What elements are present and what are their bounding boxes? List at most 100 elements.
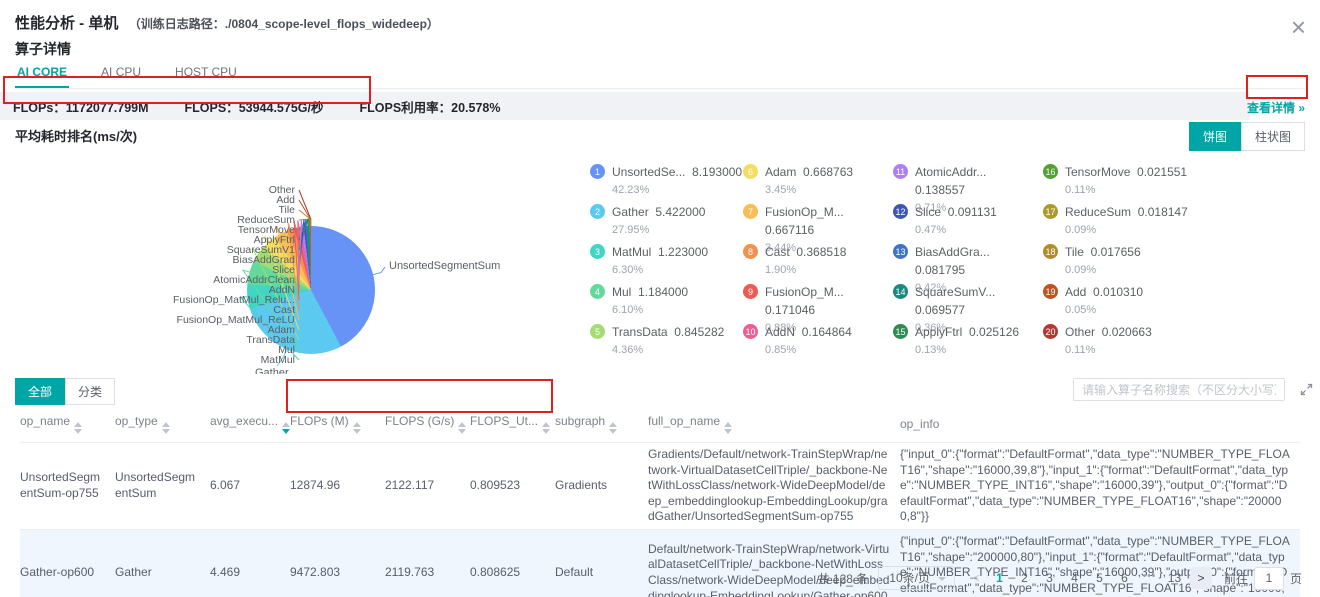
more-pages-icon[interactable]: ••• xyxy=(1137,571,1162,585)
page-number-6[interactable]: 6 xyxy=(1112,571,1137,585)
page-number-4[interactable]: 4 xyxy=(1062,571,1087,585)
legend-item[interactable]: 15ApplyFtrl 0.0251260.13% xyxy=(893,323,1043,363)
sort-caret-icon[interactable] xyxy=(162,422,170,434)
legend-item[interactable]: 18Tile 0.0176560.09% xyxy=(1043,243,1273,283)
flops-total: FLOPs：1172077.799M xyxy=(13,97,149,116)
fullscreen-icon[interactable] xyxy=(1299,382,1314,402)
training-log-path: （训练日志路径：./0804_scope-level_flops_widedee… xyxy=(129,17,439,31)
column-label: FLOPS (G/s) xyxy=(385,414,454,428)
legend-op-value: 0.017656 xyxy=(1091,245,1141,259)
legend-item[interactable]: 4Mul 1.1840006.10% xyxy=(590,283,743,323)
cell-avg_execution_time: 6.067 xyxy=(210,443,290,530)
sort-caret-icon[interactable] xyxy=(724,422,732,434)
sort-caret-icon[interactable] xyxy=(458,422,466,434)
legend-item[interactable]: 11AtomicAddr... 0.1385570.71% xyxy=(893,163,1043,203)
legend-op-name: AtomicAddr... xyxy=(915,165,986,179)
legend-op-percent: 0.47% xyxy=(915,224,997,236)
legend-item[interactable]: 14SquareSumV... 0.0695770.36% xyxy=(893,283,1043,323)
page-numbers: 123456•••13 xyxy=(987,571,1187,585)
legend-op-name: AddN xyxy=(765,325,795,339)
chart-header: 平均耗时排名(ms/次) 饼图 柱状图 xyxy=(15,126,1305,150)
pagination: 共 128 条 10条/页 < 123456•••13 > 前往 页 xyxy=(818,566,1302,590)
sort-caret-icon[interactable] xyxy=(542,422,550,434)
legend-rank-badge: 7 xyxy=(743,204,758,219)
legend-item[interactable]: 9FusionOp_M... 0.1710460.88% xyxy=(743,283,893,323)
legend-op-name: ReduceSum xyxy=(1065,205,1131,219)
prev-page-button[interactable]: < xyxy=(965,571,987,585)
filter-all-button[interactable]: 全部 xyxy=(15,378,65,405)
sort-caret-icon[interactable] xyxy=(282,422,290,434)
legend-item[interactable]: 13BiasAddGra... 0.0817950.42% xyxy=(893,243,1043,283)
legend-item[interactable]: 10AddN 0.1648640.85% xyxy=(743,323,893,363)
close-icon[interactable]: × xyxy=(1291,14,1306,40)
tab-ai-core[interactable]: AI CORE xyxy=(15,59,69,88)
cell-flops_gs: 2119.763 xyxy=(385,529,470,597)
legend-op-name: TransData xyxy=(612,325,668,339)
column-header-flops_gs[interactable]: FLOPS (G/s) xyxy=(385,406,470,443)
legend-item[interactable]: 3MatMul 1.2230006.30% xyxy=(590,243,743,283)
filter-category-button[interactable]: 分类 xyxy=(65,378,115,405)
chart-title: 平均耗时排名(ms/次) xyxy=(15,129,137,144)
page-number-13[interactable]: 13 xyxy=(1162,571,1187,585)
sort-caret-icon[interactable] xyxy=(353,422,361,434)
cell-flops_gs: 2122.117 xyxy=(385,443,470,530)
view-details-link[interactable]: 查看详情 » xyxy=(1247,99,1305,116)
legend-item[interactable]: 1UnsortedSe... 8.19300042.23% xyxy=(590,163,743,203)
cell-flops_ut: 0.809523 xyxy=(470,443,555,530)
legend-item[interactable]: 19Add 0.0103100.05% xyxy=(1043,283,1273,323)
legend-op-percent: 42.23% xyxy=(612,184,742,196)
tab-host-cpu[interactable]: HOST CPU xyxy=(173,59,239,88)
legend-rank-badge: 11 xyxy=(893,164,908,179)
flops-utilization: FLOPS利用率：20.578% xyxy=(359,97,500,116)
page-number-1[interactable]: 1 xyxy=(987,571,1012,585)
processor-tabs: AI CORE AI CPU HOST CPU xyxy=(15,59,1305,89)
goto-page-input[interactable] xyxy=(1254,567,1284,590)
operator-search-input[interactable] xyxy=(1073,378,1285,401)
cell-op_info: {"input_0":{"format":"DefaultFormat","da… xyxy=(900,443,1300,530)
legend-op-value: 0.018147 xyxy=(1138,205,1188,219)
legend-op-name: FusionOp_M... xyxy=(765,285,844,299)
legend-item[interactable]: 6Adam 0.6687633.45% xyxy=(743,163,893,203)
legend-item[interactable]: 16TensorMove 0.0215510.11% xyxy=(1043,163,1273,203)
pie-chart-button[interactable]: 饼图 xyxy=(1189,122,1241,151)
legend-item[interactable]: 2Gather 5.42200027.95% xyxy=(590,203,743,243)
sort-caret-icon[interactable] xyxy=(74,422,82,434)
legend-op-value: 8.193000 xyxy=(692,165,742,179)
cell-op_type: UnsortedSegmentSum xyxy=(115,443,210,530)
legend-item[interactable]: 8Cast 0.3685181.90% xyxy=(743,243,893,283)
column-header-avg_execution_time[interactable]: avg_execu... xyxy=(210,406,290,443)
tab-ai-cpu[interactable]: AI CPU xyxy=(99,59,143,88)
legend-op-value: 0.368518 xyxy=(796,245,846,259)
page-number-2[interactable]: 2 xyxy=(1012,571,1037,585)
legend-rank-badge: 5 xyxy=(590,324,605,339)
bar-chart-button[interactable]: 柱状图 xyxy=(1241,122,1305,151)
page-number-3[interactable]: 3 xyxy=(1037,571,1062,585)
legend-op-percent: 1.90% xyxy=(765,264,846,276)
page-number-5[interactable]: 5 xyxy=(1087,571,1112,585)
cell-op_type: Gather xyxy=(115,529,210,597)
next-page-button[interactable]: > xyxy=(1190,567,1212,589)
column-header-flops_m[interactable]: FLOPs (M) xyxy=(290,406,385,443)
column-label: op_type xyxy=(115,414,158,428)
performance-analysis-dialog: 性能分析 - 单机 （训练日志路径：./0804_scope-level_flo… xyxy=(0,0,1320,597)
legend-op-value: 0.010310 xyxy=(1093,285,1143,299)
legend-rank-badge: 15 xyxy=(893,324,908,339)
legend-rank-badge: 17 xyxy=(1043,204,1058,219)
column-header-op_name[interactable]: op_name xyxy=(20,406,115,443)
pie-chart[interactable]: OtherAddTileReduceSumTensorMoveApplyFtrl… xyxy=(15,150,595,374)
legend-rank-badge: 4 xyxy=(590,284,605,299)
goto-label: 前往 xyxy=(1224,570,1248,587)
column-header-full_op_name[interactable]: full_op_name xyxy=(648,406,900,443)
column-header-flops_ut[interactable]: FLOPS_Ut... xyxy=(470,406,555,443)
sort-caret-icon[interactable] xyxy=(609,422,617,434)
legend-item[interactable]: 5TransData 0.8452824.36% xyxy=(590,323,743,363)
legend-item[interactable]: 17ReduceSum 0.0181470.09% xyxy=(1043,203,1273,243)
pie-slice-label-right: UnsortedSegmentSum xyxy=(389,260,500,272)
legend-item[interactable]: 7FusionOp_M... 0.6671163.44% xyxy=(743,203,893,243)
page-size-select[interactable]: 10条/页 xyxy=(878,566,955,590)
table-filter-tabs: 全部 分类 xyxy=(15,378,115,405)
legend-item[interactable]: 20Other 0.0206630.11% xyxy=(1043,323,1273,363)
column-header-subgraph[interactable]: subgraph xyxy=(555,406,648,443)
legend-item[interactable]: 12Slice 0.0911310.47% xyxy=(893,203,1043,243)
column-header-op_type[interactable]: op_type xyxy=(115,406,210,443)
